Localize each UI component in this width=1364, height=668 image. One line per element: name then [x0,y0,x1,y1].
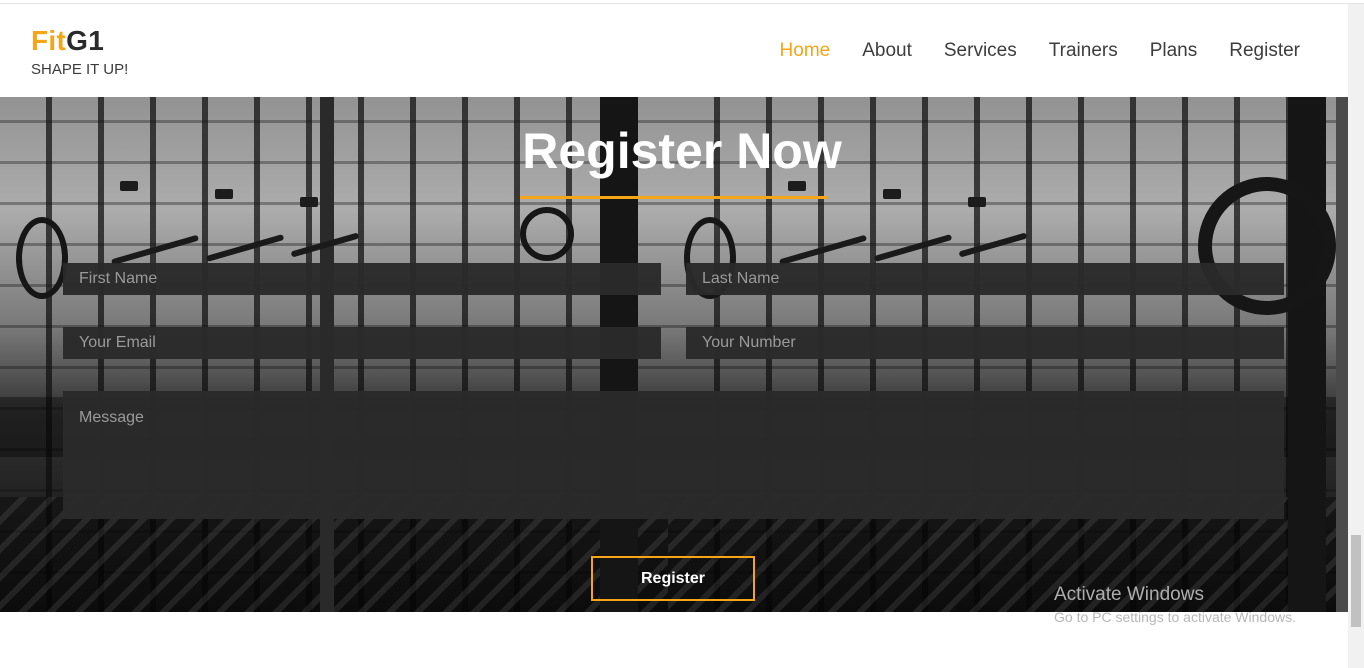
activate-windows-hint: Go to PC settings to activate Windows. [1054,609,1296,625]
register-submit-button[interactable]: Register [591,556,755,601]
main-nav: Home About Services Trainers Plans Regis… [780,38,1300,64]
nav-home[interactable]: Home [780,38,831,64]
logo[interactable]: FitG1 [31,26,128,56]
treadmill-console [300,197,318,207]
activate-windows-watermark: Activate Windows [1054,584,1204,605]
logo-text: G1 [66,25,105,56]
register-title: Register Now [522,123,842,179]
phone-number-input[interactable] [686,327,1284,359]
treadmill-console [120,181,138,191]
brand[interactable]: FitG1 SHAPE IT UP! [31,26,129,79]
last-name-input[interactable] [686,263,1284,295]
treadmill-console [788,181,806,191]
treadmill [873,234,953,262]
nav-register[interactable]: Register [1229,38,1300,64]
nav-about[interactable]: About [862,38,912,64]
site-header: FitG1 SHAPE IT UP! Home About Services T… [0,4,1348,97]
first-name-input[interactable] [63,263,661,295]
tagline: SHAPE IT UP! [31,61,129,78]
title-underline [520,196,827,199]
elliptical-machine [16,217,68,299]
treadmill [205,234,285,262]
nav-plans[interactable]: Plans [1150,38,1198,64]
message-textarea[interactable] [63,391,1284,519]
treadmill-console [215,189,233,199]
email-input[interactable] [63,327,661,359]
treadmill [778,234,868,266]
treadmill [958,232,1028,258]
logo-accent: Fit [31,25,67,56]
treadmill [110,234,200,266]
nav-trainers[interactable]: Trainers [1049,38,1118,64]
scrollbar-thumb[interactable] [1351,535,1361,627]
nav-services[interactable]: Services [944,38,1017,64]
treadmill-console [968,197,986,207]
weight-plate [520,207,574,261]
treadmill-console [883,189,901,199]
